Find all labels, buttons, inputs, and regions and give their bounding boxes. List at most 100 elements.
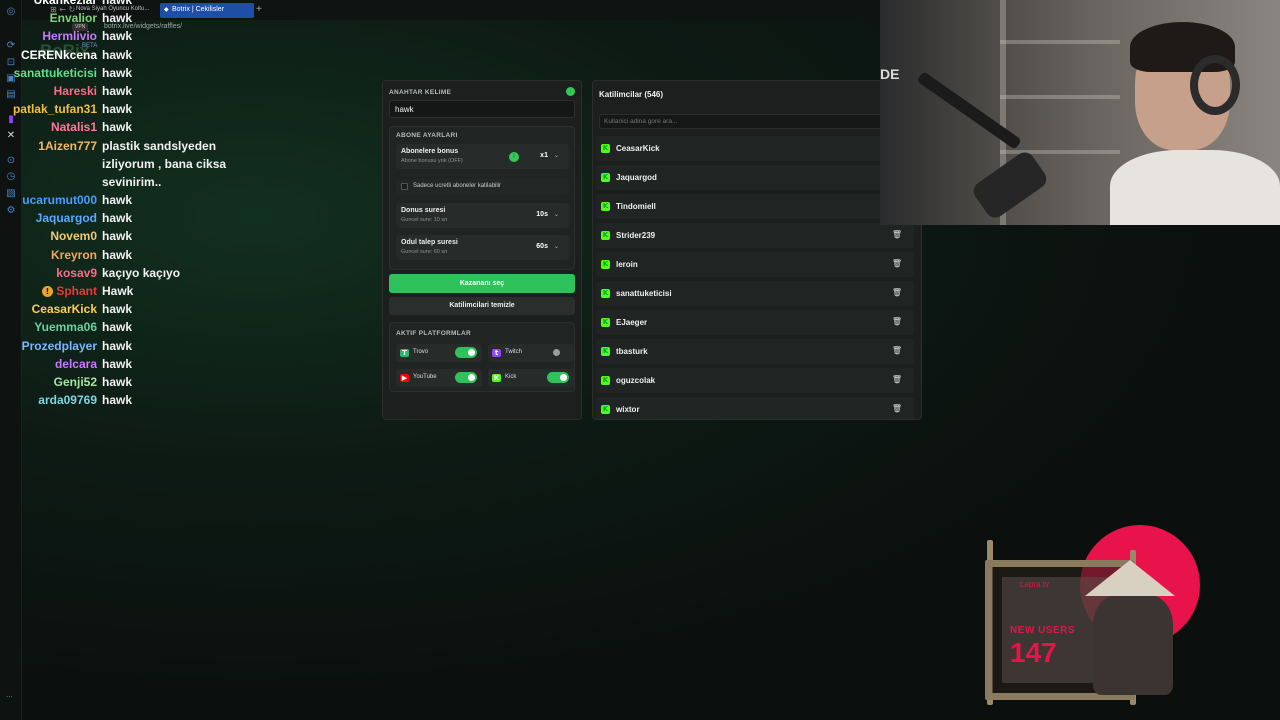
chat-message: 1Aizen777 plastik sandslyeden — [0, 139, 300, 157]
kick-icon: K — [601, 144, 610, 153]
participant-row[interactable]: Kwixtor 🗑 — [596, 397, 914, 419]
pick-winner-button[interactable]: Kazananı seç — [389, 274, 575, 293]
chat-text: Hawk — [102, 284, 134, 298]
platform-youtube: ▶ YouTube — [396, 369, 482, 387]
trash-icon[interactable]: 🗑 — [892, 259, 902, 268]
sub-bonus-select[interactable]: x1 ⌄ — [536, 150, 563, 163]
trash-icon[interactable]: 🗑 — [892, 230, 902, 239]
platform-toggle[interactable] — [455, 372, 477, 383]
participant-row[interactable]: KJaquargod🗑 — [596, 165, 914, 190]
chat-username[interactable]: ucarumut000 — [22, 193, 97, 207]
chat-text: hawk — [102, 393, 133, 408]
chat-username[interactable]: Genji52 — [54, 375, 97, 389]
chat-message: arda09769 hawk — [0, 393, 300, 411]
chat-username[interactable]: Natalis1 — [51, 120, 97, 134]
chat-message: Hermlivio hawk — [0, 29, 300, 47]
chat-text: hawk — [102, 302, 133, 317]
chat-username[interactable]: Hermlivio — [42, 29, 97, 43]
kick-icon: K — [492, 374, 501, 382]
chat-username[interactable]: CERENkcena — [21, 48, 97, 62]
new-users-count: 147 — [1010, 637, 1057, 668]
chevron-down-icon: ⌄ — [553, 243, 559, 250]
sub-only-row[interactable]: Sadece ucretli aboneler katilabilir — [396, 179, 569, 194]
info-icon[interactable]: i — [509, 152, 519, 162]
webcam-feed: DE — [880, 0, 1280, 225]
chat-username[interactable]: Sphant — [56, 284, 97, 298]
chat-text: hawk — [102, 0, 133, 7]
participant-name: CeasarKick — [616, 144, 660, 153]
claim-time-select[interactable]: 60s ⌄ — [532, 241, 563, 254]
sub-only-checkbox[interactable] — [401, 183, 408, 190]
participant-name: oguzcolak — [616, 376, 656, 385]
chat-message: delcara hawk — [0, 357, 300, 375]
chat-badge-icon: ! — [42, 286, 53, 297]
new-users-label: NEW USERS — [1010, 625, 1076, 636]
participant-search-input[interactable] — [599, 114, 919, 129]
youtube-icon: ▶ — [400, 374, 409, 382]
platform-toggle[interactable] — [547, 372, 569, 383]
widget-logo: Lepra.tv — [1020, 580, 1049, 589]
participant-row[interactable]: Ktbasturk 🗑 — [596, 339, 914, 364]
chat-text: kaçıyo kaçıyo — [102, 265, 181, 280]
chat-text: sevinirim.. — [102, 174, 162, 189]
chat-username[interactable]: CeasarKick — [32, 302, 97, 316]
platform-name: Trovo — [413, 349, 429, 355]
trash-icon[interactable]: 🗑 — [892, 375, 902, 384]
claim-time-label: Odul talep suresi — [401, 239, 458, 246]
chat-username[interactable]: Hareski — [54, 84, 97, 98]
participant-row[interactable]: KCeasarKick🗑 — [596, 136, 914, 161]
participant-name: tbasturk — [616, 347, 648, 356]
chat-username[interactable]: Jaquargod — [36, 211, 97, 225]
chat-message: Kreyron hawk — [0, 248, 300, 266]
platform-trovo: T Trovo — [396, 344, 482, 362]
participant-row[interactable]: Ksanattuketicisi 🗑 — [596, 281, 914, 306]
sub-bonus-label: Abonelere bonus — [401, 148, 459, 155]
platform-toggle[interactable] — [547, 347, 569, 358]
keyword-input[interactable] — [389, 100, 575, 118]
chat-username[interactable]: Yuemma06 — [34, 320, 97, 334]
chat-username[interactable]: Envalior — [50, 11, 97, 25]
participant-row[interactable]: Koguzcolak 🗑 — [596, 368, 914, 393]
chat-message: ucarumut000 hawk — [0, 193, 300, 211]
chat-message: sanattuketicisi hawk — [0, 66, 300, 84]
new-users-widget: Lepra.tv NEW USERS 147 — [955, 520, 1215, 710]
chat-username[interactable]: sanattuketicisi — [14, 66, 97, 80]
participant-row[interactable]: K Strider239 🗑 — [596, 223, 914, 248]
chat-username[interactable]: 1Aizen777 — [38, 139, 97, 153]
participant-row[interactable]: Kleroin 🗑 — [596, 252, 914, 277]
chat-text: hawk — [102, 29, 133, 44]
trash-icon[interactable]: 🗑 — [892, 404, 902, 413]
chat-message: Jaquargod hawk — [0, 211, 300, 229]
bonus-time-value: 10s — [536, 211, 548, 218]
platform-toggle[interactable] — [455, 347, 477, 358]
chat-text: izliyorum , bana ciksa — [102, 156, 227, 171]
sub-bonus-desc: Abone bonusu yok (OFF) — [401, 158, 463, 164]
chat-message: Envalior hawk — [0, 11, 300, 29]
bonus-time-row: Donus suresi Guncel sure: 10 sn 10s ⌄ — [396, 203, 569, 228]
chat-text: plastik sandslyeden — [102, 138, 217, 153]
participant-row[interactable]: K EJaeger 🗑 — [596, 310, 914, 335]
chat-username[interactable]: Novem0 — [50, 229, 97, 243]
chat-username[interactable]: arda09769 — [38, 393, 97, 407]
chat-username[interactable]: patlak_tufan31 — [13, 102, 97, 116]
chat-username[interactable]: Ukankezlar — [34, 0, 97, 7]
participant-row[interactable]: KTindomiell🗑 — [596, 194, 914, 219]
chat-username[interactable]: Kreyron — [51, 248, 97, 262]
trash-icon[interactable]: 🗑 — [892, 317, 902, 326]
participant-name: Tindomiell — [616, 202, 656, 211]
bonus-time-select[interactable]: 10s ⌄ — [532, 209, 563, 222]
clear-participants-button[interactable]: Katilimcilari temizle — [389, 297, 575, 315]
trash-icon[interactable]: 🗑 — [892, 346, 902, 355]
sub-bonus-row: Abonelere bonus Abone bonusu yok (OFF) i… — [396, 144, 569, 169]
trash-icon[interactable]: 🗑 — [892, 288, 902, 297]
chat-username[interactable]: delcara — [55, 357, 97, 371]
platform-name: Twitch — [505, 349, 523, 355]
info-icon[interactable]: i — [566, 87, 575, 96]
bottom-menu-icon[interactable]: ⋯ — [6, 693, 13, 701]
kick-icon: K — [601, 376, 610, 385]
chat-message: Novem0 hawk — [0, 229, 300, 247]
participant-name: Strider239 — [616, 231, 656, 240]
kick-icon: K — [601, 202, 610, 211]
chat-username[interactable]: Prozedplayer — [22, 339, 97, 353]
chat-username[interactable]: kosav9 — [56, 266, 97, 280]
